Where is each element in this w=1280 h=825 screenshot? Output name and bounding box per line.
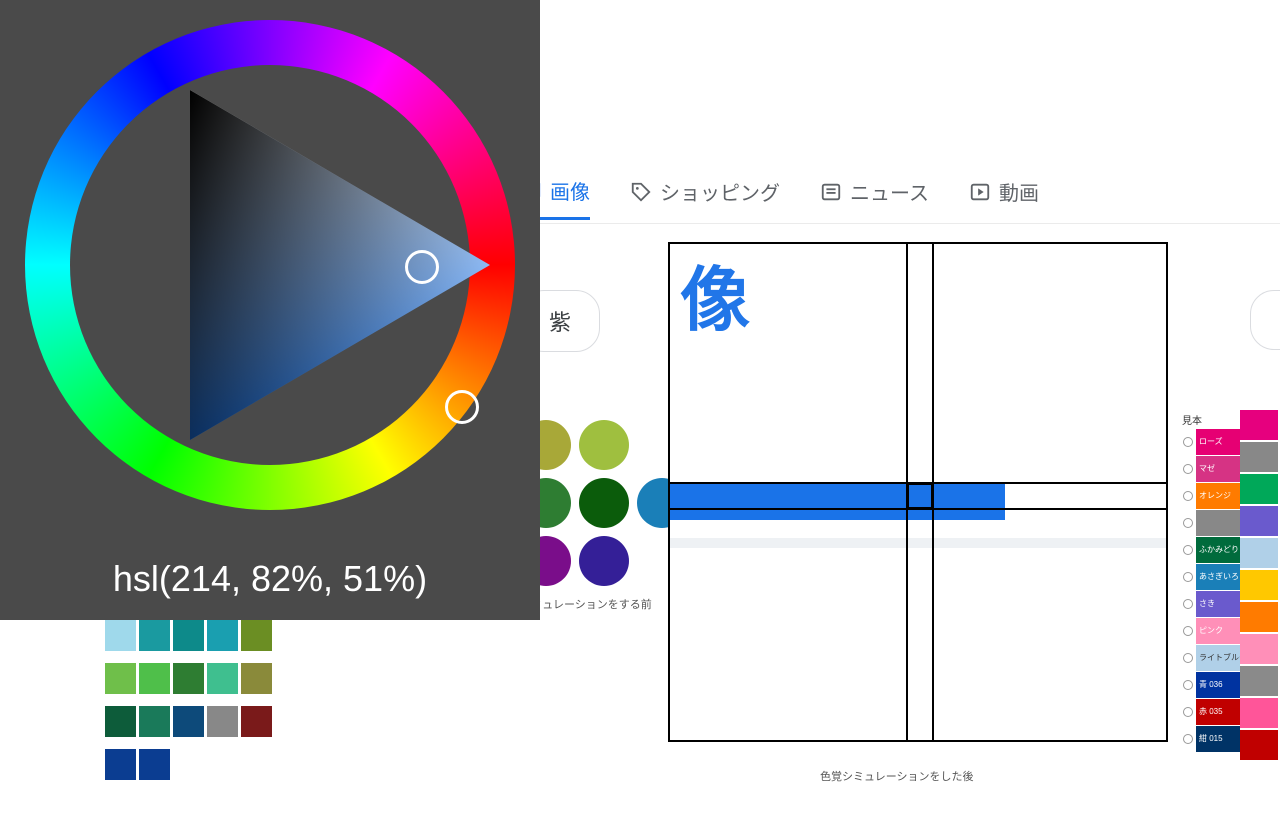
color-picker-panel: hsl(214, 82%, 51%)	[0, 0, 540, 620]
tab-label: ニュース	[850, 177, 929, 206]
magnified-divider	[670, 538, 1166, 548]
hue-handle[interactable]	[445, 390, 479, 424]
result-palette-grid[interactable]	[105, 620, 280, 792]
magnified-tab-underline	[670, 484, 1005, 520]
tag-icon	[630, 181, 652, 203]
pixel-magnifier[interactable]: 像	[668, 242, 1168, 742]
magnified-glyph: 像	[680, 244, 742, 346]
chip-partial[interactable]	[1250, 290, 1280, 350]
tab-video[interactable]: 動画	[969, 177, 1039, 218]
tab-label: ショッピング	[660, 177, 780, 206]
tab-news[interactable]: ニュース	[820, 177, 929, 218]
play-icon	[969, 181, 991, 203]
sv-handle[interactable]	[405, 250, 439, 284]
tab-shopping[interactable]: ショッピング	[630, 177, 780, 218]
tab-label: 動画	[999, 177, 1039, 206]
crosshair-center	[906, 482, 934, 510]
magnifier-content: 像	[670, 244, 1166, 740]
sv-triangle[interactable]	[160, 90, 500, 440]
result-swatch-grid[interactable]	[1240, 410, 1280, 760]
color-value-readout: hsl(214, 82%, 51%)	[0, 558, 540, 600]
news-icon	[820, 181, 842, 203]
magnifier-caption: 色覚シミュレーションをした後	[820, 768, 974, 825]
tab-label: 画像	[550, 176, 590, 205]
color-wheel[interactable]	[25, 20, 515, 510]
chip-label: 紫	[549, 310, 571, 335]
